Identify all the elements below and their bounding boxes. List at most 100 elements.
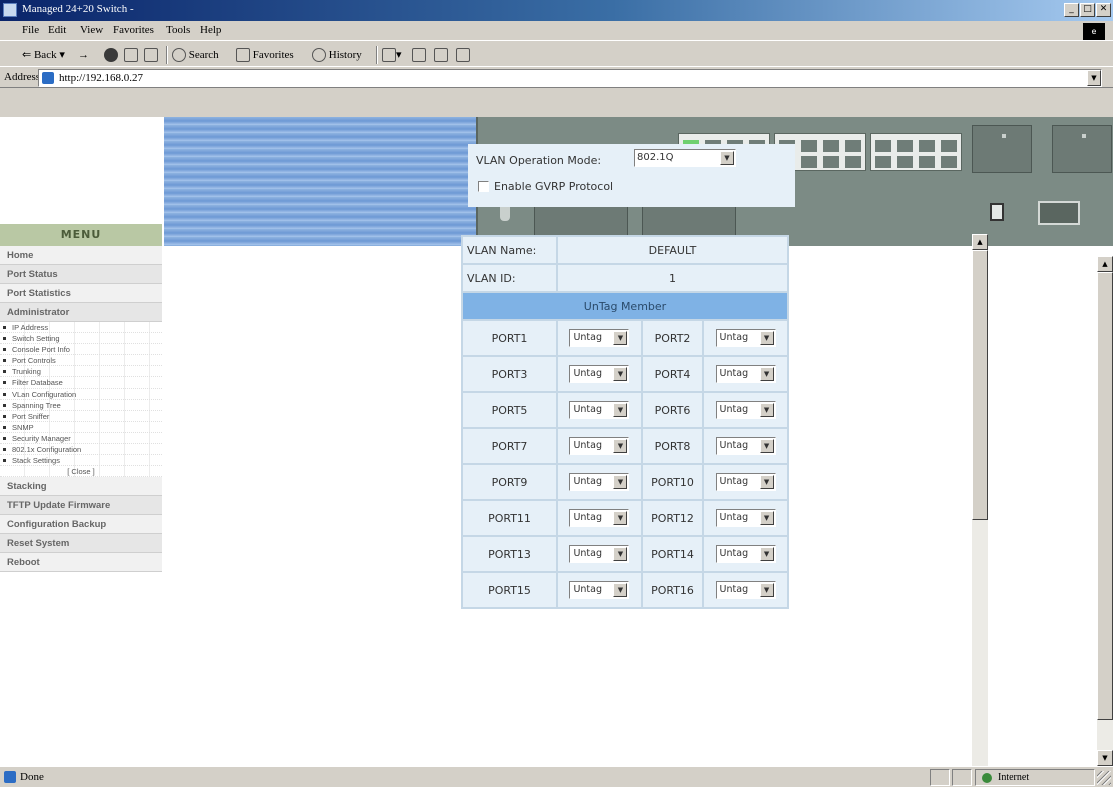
untag-select[interactable]: Untag ▼ — [569, 401, 630, 419]
status-bar: Done Internet — [0, 766, 1113, 787]
scroll-down-icon[interactable]: ▼ — [1097, 750, 1113, 766]
untag-select[interactable]: Untag ▼ — [569, 545, 630, 563]
untag-select[interactable]: Untag ▼ — [569, 581, 630, 599]
vlan-mode-panel: VLAN Operation Mode: 802.1Q ▼ Enable GVR… — [468, 144, 795, 207]
gvrp-checkbox[interactable] — [478, 181, 489, 192]
discuss-button[interactable] — [456, 46, 470, 64]
port-cell: Untag ▼ — [704, 393, 787, 427]
untag-select[interactable]: Untag ▼ — [569, 329, 630, 347]
chevron-down-icon[interactable]: ▼ — [613, 367, 628, 381]
submenu-ip-address[interactable]: IP Address — [0, 322, 162, 334]
submenu-close[interactable]: [ Close ] — [0, 466, 162, 478]
chevron-down-icon[interactable]: ▼ — [613, 547, 628, 561]
menu-favorites[interactable]: Favorites — [113, 24, 154, 36]
address-input[interactable]: http://192.168.0.27 ▼ — [38, 69, 1102, 87]
address-dropdown-icon[interactable]: ▼ — [1087, 70, 1101, 86]
untag-select[interactable]: Untag ▼ — [715, 329, 776, 347]
menu-administrator[interactable]: Administrator — [0, 303, 162, 322]
menu-tftp-update-firmware[interactable]: TFTP Update Firmware — [0, 496, 162, 516]
maximize-button[interactable]: □ — [1080, 3, 1095, 17]
submenu-filter-database[interactable]: Filter Database — [0, 377, 162, 389]
untag-select[interactable]: Untag ▼ — [569, 365, 630, 383]
menu-view[interactable]: View — [80, 24, 103, 36]
search-button[interactable]: Search — [172, 46, 219, 64]
menu-edit[interactable]: Edit — [48, 24, 66, 36]
mail-icon — [382, 48, 396, 63]
menu-configuration-backup[interactable]: Configuration Backup — [0, 515, 162, 535]
port-row: PORT13 Untag ▼ PORT14 Untag ▼ — [463, 537, 787, 571]
submenu-snmp[interactable]: SNMP — [0, 421, 162, 433]
untag-select[interactable]: Untag ▼ — [715, 545, 776, 563]
untag-select[interactable]: Untag ▼ — [715, 581, 776, 599]
chevron-down-icon[interactable]: ▼ — [759, 403, 774, 417]
submenu-console-port-info[interactable]: Console Port Info — [0, 344, 162, 356]
history-button[interactable]: History — [312, 46, 362, 64]
chevron-down-icon[interactable]: ▼ — [613, 439, 628, 453]
untag-select[interactable]: Untag ▼ — [569, 437, 630, 455]
untag-select[interactable]: Untag ▼ — [715, 437, 776, 455]
scrollbar-thumb[interactable] — [1097, 272, 1113, 720]
chevron-down-icon[interactable]: ▼ — [759, 511, 774, 525]
mail-button[interactable]: ▾ — [382, 46, 402, 64]
favorites-button[interactable]: Favorites — [236, 46, 294, 64]
resize-grip-icon[interactable] — [1097, 771, 1111, 785]
scroll-up-icon[interactable]: ▲ — [1097, 256, 1113, 272]
chevron-down-icon[interactable]: ▼ — [759, 547, 774, 561]
submenu-port-controls[interactable]: Port Controls — [0, 355, 162, 367]
submenu-spanning-tree[interactable]: Spanning Tree — [0, 399, 162, 411]
forward-button[interactable]: → — [78, 46, 89, 64]
untag-value: Untag — [573, 476, 602, 487]
untag-select[interactable]: Untag ▼ — [715, 365, 776, 383]
untag-select[interactable]: Untag ▼ — [715, 473, 776, 491]
menu-help[interactable]: Help — [200, 24, 221, 36]
chevron-down-icon[interactable]: ▼ — [759, 439, 774, 453]
vlan-mode-select[interactable]: 802.1Q ▼ — [634, 149, 736, 167]
menu-port-status[interactable]: Port Status — [0, 265, 162, 284]
back-button[interactable]: ⇐ Back ▾ — [22, 46, 65, 64]
submenu-stack-settings[interactable]: Stack Settings — [0, 455, 162, 467]
submenu-security-manager[interactable]: Security Manager — [0, 432, 162, 445]
menu-stacking[interactable]: Stacking — [0, 477, 162, 497]
page-scrollbar[interactable]: ▲ ▼ — [1097, 256, 1113, 766]
menu-reset-system[interactable]: Reset System — [0, 534, 162, 554]
menu-reboot[interactable]: Reboot — [0, 553, 162, 573]
menu-port-statistics[interactable]: Port Statistics — [0, 284, 162, 303]
chevron-down-icon[interactable]: ▼ — [759, 331, 774, 345]
submenu-trunking[interactable]: Trunking — [0, 366, 162, 378]
chevron-down-icon[interactable]: ▼ — [759, 367, 774, 381]
menu-home[interactable]: Home — [0, 246, 162, 265]
chevron-down-icon[interactable]: ▼ — [613, 511, 628, 525]
stop-button[interactable] — [104, 46, 118, 64]
chevron-down-icon[interactable]: ▼ — [613, 583, 628, 597]
untag-select[interactable]: Untag ▼ — [569, 473, 630, 491]
refresh-button[interactable] — [124, 46, 138, 64]
scrollbar-thumb[interactable] — [972, 250, 988, 520]
submenu-port-sniffer[interactable]: Port Sniffer — [0, 410, 162, 422]
port-row: PORT11 Untag ▼ PORT12 Untag ▼ — [463, 501, 787, 535]
untag-select[interactable]: Untag ▼ — [715, 401, 776, 419]
untag-select[interactable]: Untag ▼ — [715, 509, 776, 527]
close-button[interactable]: ✕ — [1096, 3, 1111, 17]
untag-select[interactable]: Untag ▼ — [569, 509, 630, 527]
chevron-down-icon[interactable]: ▼ — [759, 583, 774, 597]
home-button[interactable] — [144, 46, 158, 64]
print-button[interactable] — [412, 46, 426, 64]
chevron-down-icon[interactable]: ▼ — [613, 475, 628, 489]
chevron-down-icon[interactable]: ▼ — [720, 151, 734, 165]
chevron-down-icon[interactable]: ▼ — [759, 475, 774, 489]
menu-file[interactable]: File — [22, 24, 39, 36]
port-cell: Untag ▼ — [558, 321, 641, 355]
menu-tools[interactable]: Tools — [166, 24, 190, 36]
address-row: Address http://192.168.0.27 ▼ — [0, 66, 1113, 88]
submenu-vlan-configuration[interactable]: VLan Configuration — [0, 388, 162, 400]
chevron-down-icon[interactable]: ▼ — [613, 403, 628, 417]
port-row: PORT5 Untag ▼ PORT6 Untag ▼ — [463, 393, 787, 427]
submenu-8021x-configuration[interactable]: 802.1x Configuration — [0, 444, 162, 456]
submenu-switch-setting[interactable]: Switch Setting — [0, 333, 162, 345]
edit-button[interactable] — [434, 46, 448, 64]
frame-scrollbar[interactable]: ▲ — [972, 234, 988, 766]
scroll-up-icon[interactable]: ▲ — [972, 234, 988, 250]
minimize-button[interactable]: _ — [1064, 3, 1079, 17]
port-label: PORT16 — [642, 573, 703, 607]
chevron-down-icon[interactable]: ▼ — [613, 331, 628, 345]
